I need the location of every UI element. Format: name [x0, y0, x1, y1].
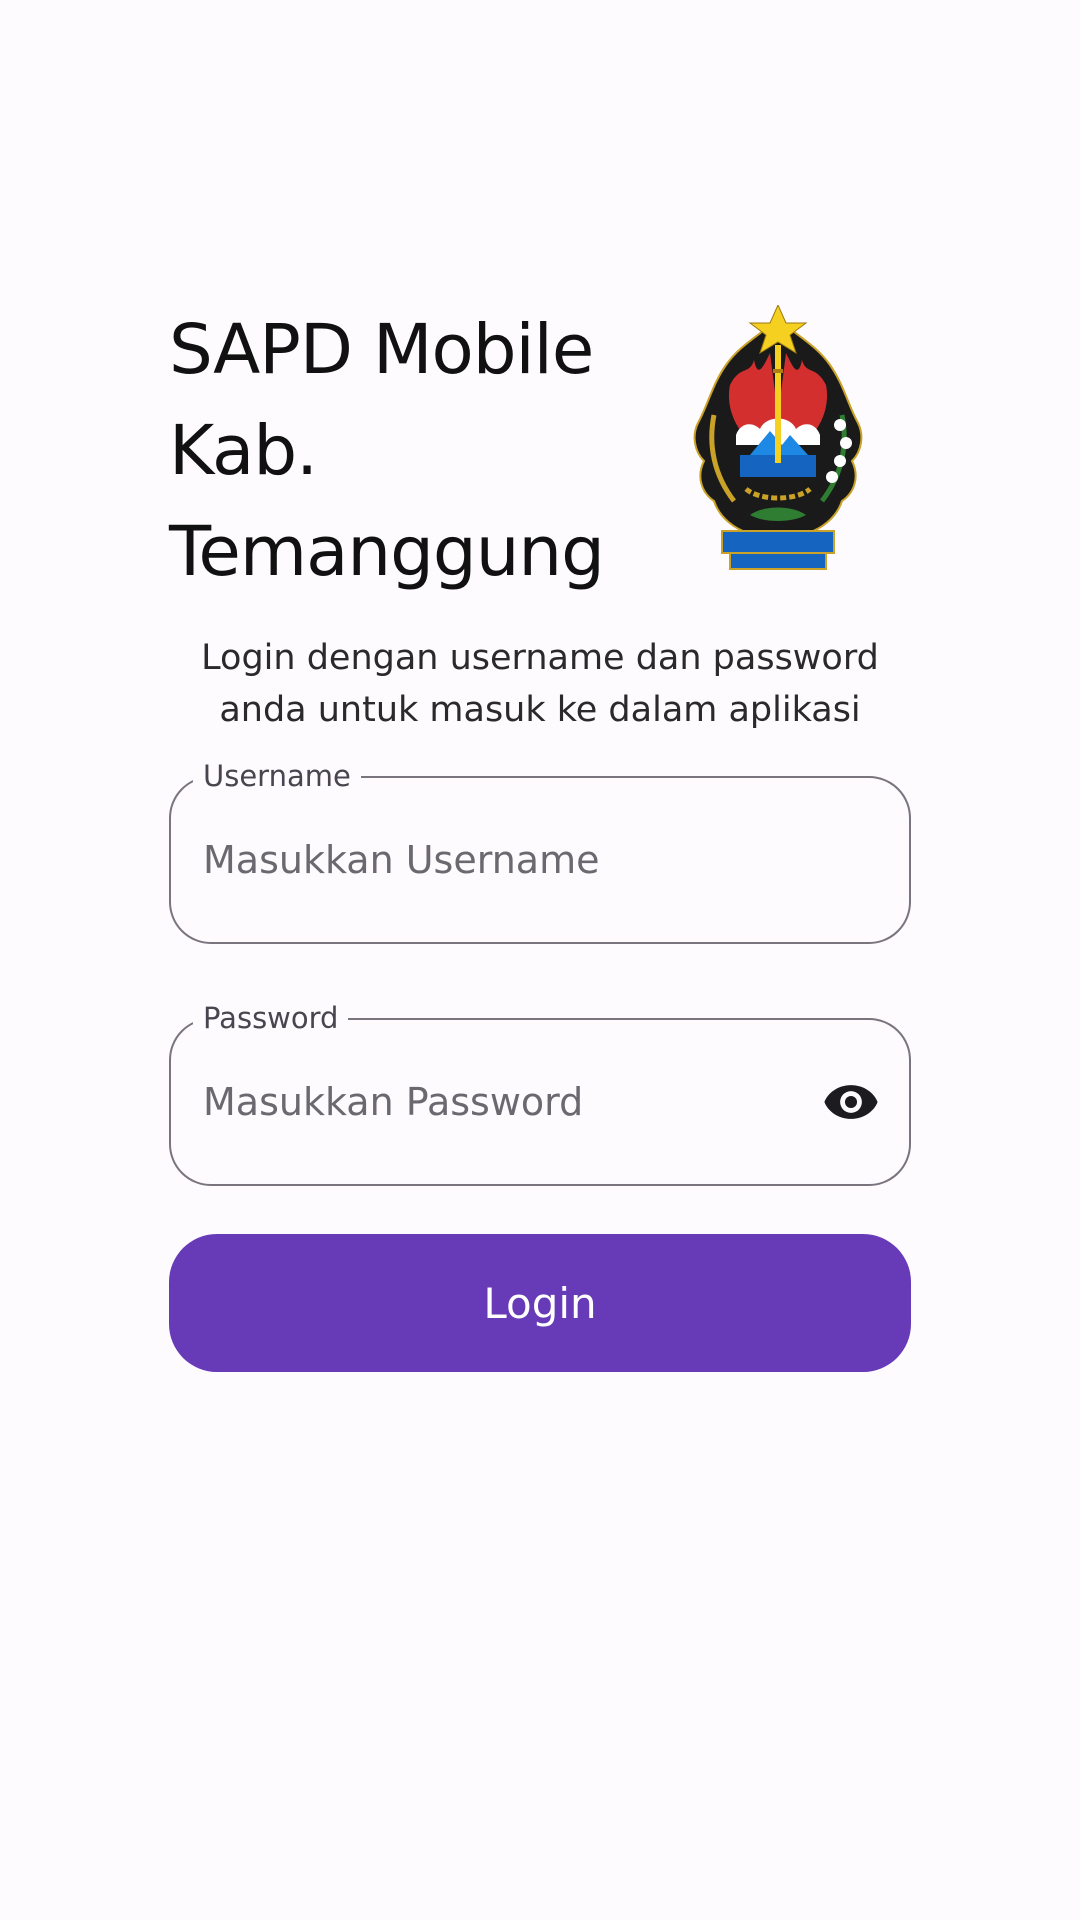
app-title-line-3: Temanggung: [169, 512, 605, 592]
login-screen: SAPD Mobile Kab. Temanggung Login dengan…: [0, 0, 1080, 1920]
eye-icon[interactable]: [819, 1070, 883, 1134]
login-instructions: Login dengan username dan password anda …: [150, 632, 930, 736]
username-field[interactable]: Username: [169, 756, 911, 944]
password-field[interactable]: Password: [169, 998, 911, 1186]
app-title-line-1: SAPD Mobile: [169, 310, 594, 390]
login-button[interactable]: Login: [169, 1234, 911, 1372]
login-instructions-line-1: Login dengan username dan password: [201, 638, 879, 678]
username-input[interactable]: [203, 830, 799, 890]
temanggung-emblem-logo: [693, 305, 863, 570]
app-title: SAPD Mobile Kab. Temanggung: [169, 300, 649, 603]
password-label: Password: [193, 998, 349, 1038]
app-title-line-2: Kab.: [169, 411, 318, 491]
login-instructions-line-2: anda untuk masuk ke dalam aplikasi: [219, 690, 861, 730]
password-input[interactable]: [203, 1072, 799, 1132]
eye-icon-graphic: [824, 1085, 878, 1119]
username-label: Username: [193, 756, 361, 796]
